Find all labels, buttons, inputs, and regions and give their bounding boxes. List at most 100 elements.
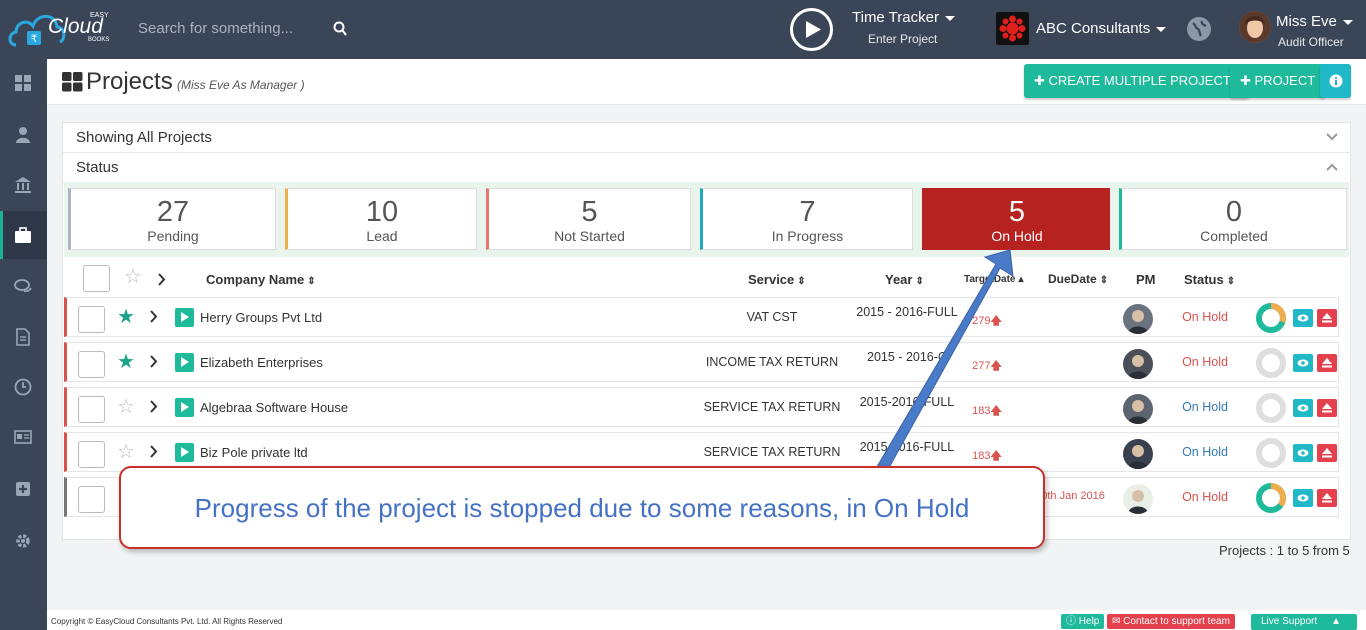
row-checkbox[interactable] bbox=[78, 441, 105, 468]
globe-icon[interactable] bbox=[1187, 17, 1211, 41]
view-button[interactable] bbox=[1293, 354, 1313, 372]
chevron-up-icon: ▲ bbox=[1331, 616, 1342, 627]
star-outline-icon[interactable]: ☆ bbox=[124, 267, 142, 287]
eject-button[interactable] bbox=[1317, 399, 1337, 417]
header-company-name[interactable]: Company Name ⇕ bbox=[206, 272, 316, 287]
user-name[interactable]: Miss Eve bbox=[1276, 13, 1353, 30]
pm-avatar[interactable] bbox=[1123, 484, 1153, 514]
header-target-date[interactable]: TargetDate ▴ bbox=[964, 274, 1024, 285]
eye-icon bbox=[1297, 449, 1309, 457]
star-filled-icon[interactable]: ★ bbox=[117, 307, 135, 327]
play-icon[interactable] bbox=[175, 308, 194, 327]
sidebar-item-news[interactable] bbox=[0, 413, 47, 461]
view-button[interactable] bbox=[1293, 489, 1313, 507]
time-tracker-title: Time Tracker bbox=[852, 9, 939, 26]
pm-avatar[interactable] bbox=[1123, 394, 1153, 424]
eject-icon bbox=[1322, 448, 1332, 458]
status-filter[interactable]: Status bbox=[63, 153, 1350, 183]
table-row[interactable]: ★ Herry Groups Pvt Ltd VAT CST 2015 - 20… bbox=[64, 297, 1339, 337]
sort-icon: ⇕ bbox=[307, 276, 316, 287]
status-card-lead[interactable]: 10 Lead bbox=[285, 188, 477, 250]
play-icon[interactable] bbox=[175, 443, 194, 462]
search-input[interactable]: Search for something... bbox=[138, 20, 293, 37]
star-outline-icon[interactable]: ☆ bbox=[117, 397, 135, 417]
star-outline-icon[interactable]: ☆ bbox=[117, 442, 135, 462]
search-icon[interactable] bbox=[333, 21, 347, 37]
eject-button[interactable] bbox=[1317, 489, 1337, 507]
copyright-text: Copyright © EasyCloud Consultants Pvt. L… bbox=[51, 617, 283, 626]
create-multiple-projects-button[interactable]: ✚ CREATE MULTIPLE PROJECTS bbox=[1024, 64, 1250, 98]
user-avatar[interactable] bbox=[1239, 11, 1271, 43]
chevron-right-icon[interactable] bbox=[150, 355, 158, 368]
sidebar-item-users[interactable] bbox=[0, 111, 47, 159]
view-button[interactable] bbox=[1293, 444, 1313, 462]
eject-button[interactable] bbox=[1317, 444, 1337, 462]
sidebar-item-projects[interactable] bbox=[0, 211, 47, 259]
header-pm[interactable]: PM bbox=[1136, 272, 1156, 287]
sidebar-item-time[interactable] bbox=[0, 363, 47, 411]
star-filled-icon[interactable]: ★ bbox=[117, 352, 135, 372]
chevron-right-icon[interactable] bbox=[150, 400, 158, 413]
company-name[interactable]: Herry Groups Pvt Ltd bbox=[200, 310, 322, 325]
contact-support-button[interactable]: ✉ Contact to support team bbox=[1107, 614, 1235, 629]
add-project-button[interactable]: ✚ PROJECT bbox=[1230, 64, 1326, 98]
year: 2015-2016-FULL bbox=[859, 395, 955, 409]
pm-avatar[interactable] bbox=[1123, 349, 1153, 379]
sidebar-item-add[interactable] bbox=[0, 465, 47, 513]
status-label: In Progress bbox=[771, 228, 844, 244]
row-checkbox[interactable] bbox=[78, 351, 105, 378]
pm-avatar[interactable] bbox=[1123, 304, 1153, 334]
chevron-right-icon[interactable] bbox=[150, 310, 158, 323]
view-button[interactable] bbox=[1293, 399, 1313, 417]
header-status[interactable]: Status ⇕ bbox=[1184, 272, 1235, 287]
time-tracker-play-button[interactable] bbox=[790, 8, 833, 51]
chevron-right-icon[interactable] bbox=[158, 273, 166, 286]
select-all-checkbox[interactable] bbox=[83, 265, 110, 292]
sidebar-item-documents[interactable] bbox=[0, 313, 47, 361]
header-service[interactable]: Service ⇕ bbox=[748, 272, 806, 287]
pm-avatar[interactable] bbox=[1123, 439, 1153, 469]
eject-button[interactable] bbox=[1317, 309, 1337, 327]
status-card-in-progress[interactable]: 7 In Progress bbox=[700, 188, 913, 250]
page-subtitle: (Miss Eve As Manager ) bbox=[177, 78, 305, 92]
status-card-completed[interactable]: 0 Completed bbox=[1119, 188, 1347, 250]
status-text: On Hold bbox=[1182, 490, 1228, 504]
arrow-up-icon: 🡅 bbox=[990, 405, 1002, 417]
header-due-date[interactable]: DueDate ⇕ bbox=[1048, 272, 1108, 286]
time-tracker-subtitle[interactable]: Enter Project bbox=[868, 32, 937, 46]
sidebar-item-bank[interactable] bbox=[0, 161, 47, 209]
company-name[interactable]: Algebraa Software House bbox=[200, 400, 348, 415]
row-checkbox[interactable] bbox=[78, 306, 105, 333]
view-button[interactable] bbox=[1293, 309, 1313, 327]
sidebar-item-messages[interactable] bbox=[0, 263, 47, 311]
chevron-right-icon[interactable] bbox=[150, 445, 158, 458]
company-name[interactable]: Biz Pole private ltd bbox=[200, 445, 308, 460]
company-name[interactable]: Elizabeth Enterprises bbox=[200, 355, 323, 370]
play-icon[interactable] bbox=[175, 353, 194, 372]
sidebar-item-dashboard[interactable] bbox=[0, 59, 47, 107]
status-card-not-started[interactable]: 5 Not Started bbox=[486, 188, 691, 250]
organization-dropdown[interactable]: ABC Consultants bbox=[1036, 20, 1167, 37]
caret-down-icon bbox=[1156, 26, 1167, 32]
time-tracker-dropdown[interactable]: Time Tracker bbox=[852, 9, 955, 26]
table-row[interactable]: ★ Elizabeth Enterprises INCOME TAX RETUR… bbox=[64, 342, 1339, 382]
live-support-button[interactable]: Live Support ▲ bbox=[1251, 614, 1357, 630]
help-button[interactable]: ⓘ Help bbox=[1061, 614, 1105, 629]
row-checkbox[interactable] bbox=[78, 486, 105, 513]
play-icon[interactable] bbox=[175, 398, 194, 417]
eject-button[interactable] bbox=[1317, 354, 1337, 372]
sidebar-item-settings[interactable] bbox=[0, 517, 47, 565]
row-checkbox[interactable] bbox=[78, 396, 105, 423]
play-icon bbox=[806, 21, 821, 38]
info-button[interactable] bbox=[1320, 64, 1351, 98]
chevron-down-icon[interactable] bbox=[1326, 133, 1338, 141]
chevron-up-icon[interactable] bbox=[1326, 163, 1338, 171]
showing-all-projects-filter[interactable]: Showing All Projects bbox=[63, 123, 1350, 153]
table-row[interactable]: ☆ Algebraa Software House SERVICE TAX RE… bbox=[64, 387, 1339, 427]
status-card-on-hold[interactable]: 5 On Hold bbox=[922, 188, 1110, 250]
status-card-pending[interactable]: 27 Pending bbox=[68, 188, 276, 250]
header-year[interactable]: Year ⇕ bbox=[885, 272, 924, 287]
bank-icon bbox=[15, 177, 31, 193]
arrow-up-icon: 🡅 bbox=[990, 360, 1002, 372]
easycloud-logo[interactable]: ₹ Cloud EASY BOOKS bbox=[8, 5, 126, 51]
